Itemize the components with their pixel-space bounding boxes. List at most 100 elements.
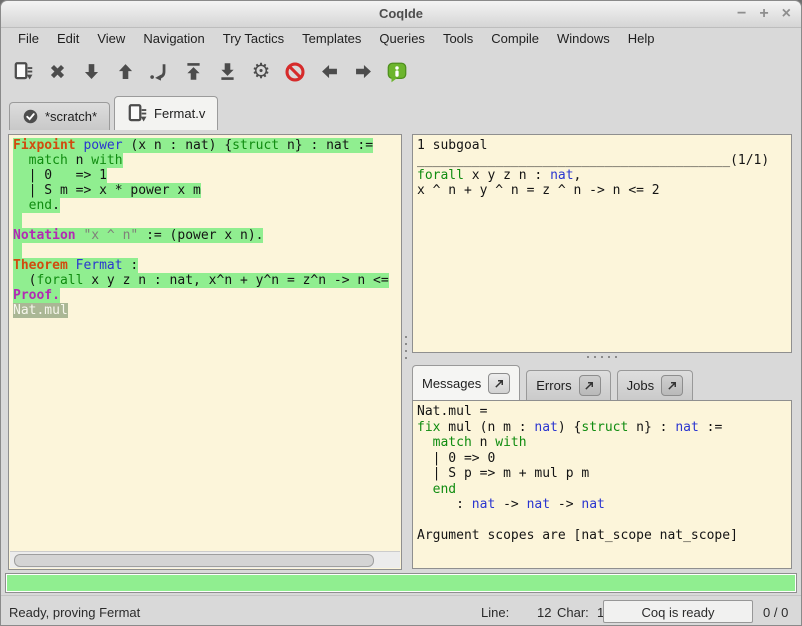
- code-line: Nat.mul =: [417, 404, 789, 420]
- code-line: forall x y z n : nat,: [417, 168, 789, 183]
- detach-errors-button[interactable]: [579, 375, 601, 396]
- editor-horizontal-scrollbar[interactable]: [10, 551, 400, 568]
- check-circle-icon: [22, 108, 39, 125]
- menu-navigation[interactable]: Navigation: [134, 28, 213, 50]
- char-label: Char:: [557, 605, 589, 620]
- go-to-start-button[interactable]: [181, 60, 205, 84]
- tab-errors[interactable]: Errors: [526, 370, 610, 400]
- code-line: 1 subgoal: [417, 138, 789, 153]
- code-line: match n with: [13, 153, 399, 168]
- back-icon: [319, 61, 340, 82]
- tab-label: Errors: [536, 378, 571, 393]
- scrollbar-thumb[interactable]: [14, 554, 374, 567]
- goals-code: 1 subgoal_______________________________…: [417, 138, 789, 350]
- close-button[interactable]: [45, 60, 69, 84]
- status-text: Ready, proving Fermat: [9, 605, 140, 620]
- tab-messages[interactable]: Messages: [412, 365, 520, 400]
- code-line: | 0 => 0: [417, 451, 789, 467]
- code-line: (forall x y z n : nat, x^n + y^n = z^n -…: [13, 273, 399, 288]
- menu-tools[interactable]: Tools: [434, 28, 482, 50]
- tab-label: *scratch*: [45, 109, 97, 124]
- messages-pane[interactable]: Nat.mul =fix mul (n m : nat) {struct n} …: [412, 400, 792, 569]
- line-label: Line:: [481, 605, 509, 620]
- maximize-button[interactable]: +: [759, 6, 768, 22]
- tab-label: Messages: [422, 376, 481, 391]
- menu-queries[interactable]: Queries: [370, 28, 434, 50]
- window-controls: −+ ×: [737, 1, 791, 27]
- vertical-splitter[interactable]: [402, 134, 412, 570]
- menu-compile[interactable]: Compile: [482, 28, 548, 50]
- code-line: [13, 213, 399, 228]
- code-line: [417, 513, 789, 528]
- detach-jobs-button[interactable]: [661, 375, 683, 396]
- code-line: | S p => m + mul p m: [417, 466, 789, 482]
- status-bar: Ready, proving Fermat Line: 12 Char: 1 C…: [1, 595, 801, 625]
- menu-help[interactable]: Help: [619, 28, 664, 50]
- code-line: ________________________________________…: [417, 153, 789, 168]
- save-button[interactable]: [11, 60, 35, 84]
- step-backward-icon: [115, 61, 136, 82]
- line-value: 12: [537, 605, 551, 620]
- close-icon: [47, 61, 68, 82]
- go-to-cursor-icon: [148, 61, 170, 83]
- step-forward-icon: [81, 61, 102, 82]
- go-to-cursor-button[interactable]: [147, 60, 171, 84]
- menu-edit[interactable]: Edit: [48, 28, 88, 50]
- interrupt-button[interactable]: [283, 60, 307, 84]
- menu-view[interactable]: View: [88, 28, 134, 50]
- about-button[interactable]: [385, 60, 409, 84]
- step-backward-button[interactable]: [113, 60, 137, 84]
- go-to-end-button[interactable]: [215, 60, 239, 84]
- code-line: | S m => x * power x m: [13, 183, 399, 198]
- code-line: Argument scopes are [nat_scope nat_scope…: [417, 528, 789, 544]
- coqide-window: CoqIde −+ × FileEditViewNavigationTry Tac…: [0, 0, 802, 626]
- tab-jobs[interactable]: Jobs: [617, 370, 693, 400]
- minimize-button[interactable]: −: [737, 6, 746, 22]
- gear-icon: ⚙: [252, 61, 271, 82]
- script-editor-code[interactable]: Fixpoint power (x n : nat) {struct n} : …: [13, 138, 399, 551]
- messages-code: Nat.mul =fix mul (n m : nat) {struct n} …: [417, 404, 789, 566]
- interrupt-icon: [284, 61, 306, 83]
- step-forward-button[interactable]: [79, 60, 103, 84]
- progress-bar: [5, 573, 797, 593]
- code-line: x ^ n + y ^ n = z ^ n -> n <= 2: [417, 183, 789, 198]
- code-line: Notation "x ^ n" := (power x n).: [13, 228, 399, 243]
- go-to-start-icon: [183, 61, 204, 82]
- menu-try-tactics[interactable]: Try Tactics: [214, 28, 293, 50]
- tab-label: Fermat.v: [154, 106, 205, 121]
- tab-fermat[interactable]: Fermat.v: [114, 96, 218, 130]
- code-line: Theorem Fermat :: [13, 258, 399, 273]
- forward-icon: [353, 61, 374, 82]
- gear-button[interactable]: ⚙: [249, 60, 273, 84]
- script-editor-pane[interactable]: Fixpoint power (x n : nat) {struct n} : …: [8, 134, 402, 570]
- window-title: CoqIde: [1, 1, 801, 27]
- save-icon: [127, 103, 148, 124]
- go-to-end-icon: [217, 61, 238, 82]
- code-line: [13, 243, 399, 258]
- coq-status-indicator: Coq is ready: [603, 600, 753, 623]
- code-line: end: [417, 482, 789, 498]
- horizontal-splitter[interactable]: [587, 356, 617, 358]
- title-bar[interactable]: CoqIde −+ ×: [1, 1, 801, 28]
- detach-messages-button[interactable]: [488, 373, 510, 394]
- editor-tabbar: *scratch* Fermat.v: [9, 93, 801, 130]
- menu-templates[interactable]: Templates: [293, 28, 370, 50]
- tab-scratch[interactable]: *scratch*: [9, 102, 110, 130]
- code-line: | 0 => 1: [13, 168, 399, 183]
- back-button[interactable]: [317, 60, 341, 84]
- code-line: Nat.mul: [13, 303, 399, 318]
- detach-icon: [667, 380, 678, 391]
- close-button[interactable]: ×: [782, 6, 791, 22]
- message-tabbar: Messages Errors Jobs: [412, 363, 800, 400]
- goals-pane[interactable]: 1 subgoal_______________________________…: [412, 134, 792, 353]
- tab-label: Jobs: [627, 378, 654, 393]
- code-line: Fixpoint power (x n : nat) {struct n} : …: [13, 138, 399, 153]
- jobs-counter: 0 / 0: [763, 605, 788, 620]
- menu-file[interactable]: File: [9, 28, 48, 50]
- menu-windows[interactable]: Windows: [548, 28, 619, 50]
- code-line: fix mul (n m : nat) {struct n} : nat :=: [417, 420, 789, 436]
- code-line: Proof.: [13, 288, 399, 303]
- code-line: match n with: [417, 435, 789, 451]
- forward-button[interactable]: [351, 60, 375, 84]
- detach-icon: [584, 380, 595, 391]
